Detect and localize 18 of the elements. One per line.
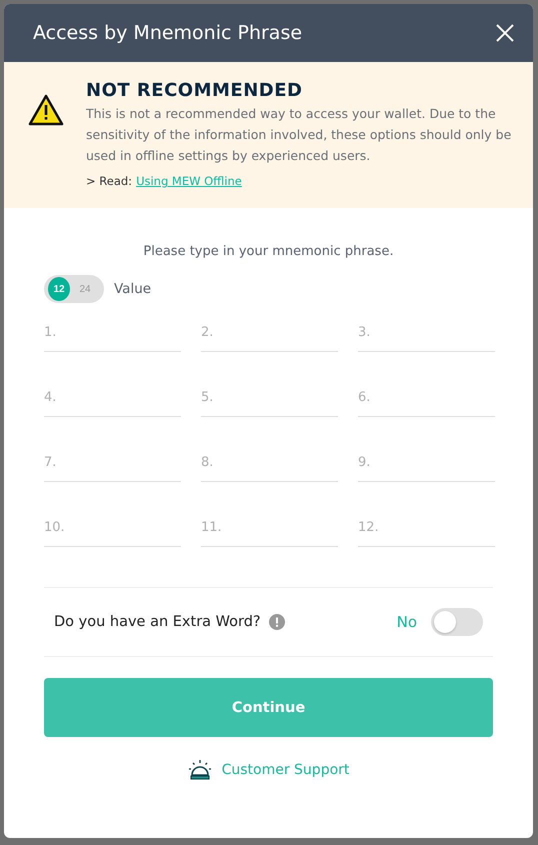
warning-text: This is not a recommended way to access your wallet. Due to the sensitivity of the information involved, these options should only be used in offline settings by experienced users. xyxy=(86,105,512,165)
service-bell-icon xyxy=(188,759,212,781)
warning-icon xyxy=(28,94,64,126)
read-label: > Read: xyxy=(86,174,132,188)
extra-word-switch[interactable] xyxy=(431,608,483,636)
offline-guide-link[interactable]: Using MEW Offline xyxy=(136,174,242,188)
customer-support-link[interactable]: Customer Support xyxy=(222,762,350,778)
continue-button[interactable]: Continue xyxy=(44,678,493,737)
word-count-option[interactable]: 24 xyxy=(74,277,96,301)
extra-word-label: Do you have an Extra Word? xyxy=(54,614,261,630)
word-count-option[interactable]: 12 xyxy=(48,277,70,301)
info-icon xyxy=(268,614,285,630)
extra-word-status: No xyxy=(396,613,417,631)
dialog-title: Access by Mnemonic Phrase xyxy=(33,22,302,44)
close-button[interactable] xyxy=(495,23,515,43)
instruction-text: Please type in your mnemonic phrase. xyxy=(143,244,394,259)
warning-title: NOT RECOMMENDED xyxy=(86,80,304,101)
value-label: Value xyxy=(114,281,152,297)
